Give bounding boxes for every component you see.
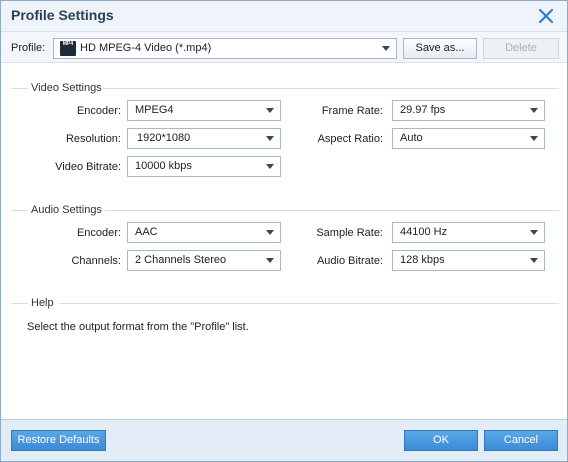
- video-bitrate-value: 10000 kbps: [135, 160, 192, 172]
- profile-bar: Profile: MP4 HD MPEG-4 Video (*.mp4) Sav…: [1, 31, 567, 63]
- sample-rate-label: Sample Rate:: [316, 227, 383, 239]
- resolution-label: Resolution:: [65, 133, 121, 145]
- chevron-down-icon: [382, 46, 390, 51]
- profile-select[interactable]: MP4 HD MPEG-4 Video (*.mp4): [53, 38, 397, 59]
- profile-label: Profile:: [11, 42, 46, 54]
- chevron-down-icon: [266, 108, 274, 113]
- save-as-button[interactable]: Save as...: [403, 38, 477, 59]
- section-divider: [103, 88, 559, 89]
- audio-encoder-select[interactable]: AAC: [127, 222, 281, 243]
- delete-button[interactable]: Delete: [483, 38, 559, 59]
- profile-settings-dialog: Profile Settings Profile: MP4 HD MPEG-4 …: [0, 0, 568, 462]
- video-encoder-select[interactable]: MPEG4: [127, 100, 281, 121]
- restore-defaults-button[interactable]: Restore Defaults: [11, 430, 106, 451]
- chevron-down-icon: [530, 108, 538, 113]
- chevron-down-icon: [266, 136, 274, 141]
- frame-rate-value: 29.97 fps: [400, 104, 446, 116]
- audio-settings-title: Audio Settings: [31, 204, 102, 216]
- video-bitrate-select[interactable]: 10000 kbps: [127, 156, 281, 177]
- close-icon[interactable]: [537, 7, 555, 25]
- video-bitrate-label: Video Bitrate:: [55, 161, 121, 173]
- section-divider: [11, 303, 28, 304]
- audio-bitrate-label: Audio Bitrate:: [316, 255, 383, 267]
- channels-select[interactable]: 2 Channels Stereo: [127, 250, 281, 271]
- resolution-select[interactable]: 1920*1080: [127, 128, 281, 149]
- audio-bitrate-select[interactable]: 128 kbps: [392, 250, 545, 271]
- chevron-down-icon: [530, 136, 538, 141]
- cancel-button[interactable]: Cancel: [484, 430, 558, 451]
- chevron-down-icon: [266, 230, 274, 235]
- resolution-value: 1920*1080: [137, 132, 191, 144]
- aspect-ratio-label: Aspect Ratio:: [317, 133, 383, 145]
- help-title: Help: [31, 297, 54, 309]
- audio-encoder-value: AAC: [135, 226, 158, 238]
- dialog-title: Profile Settings: [11, 7, 114, 23]
- profile-select-value: HD MPEG-4 Video (*.mp4): [80, 42, 212, 54]
- sample-rate-select[interactable]: 44100 Hz: [392, 222, 545, 243]
- chevron-down-icon: [266, 164, 274, 169]
- aspect-ratio-select[interactable]: Auto: [392, 128, 545, 149]
- help-text: Select the output format from the "Profi…: [27, 321, 249, 333]
- audio-bitrate-value: 128 kbps: [400, 254, 445, 266]
- mp4-format-icon: MP4: [60, 41, 76, 56]
- chevron-down-icon: [530, 258, 538, 263]
- channels-label: Channels:: [71, 255, 121, 267]
- section-divider: [105, 210, 559, 211]
- ok-button[interactable]: OK: [404, 430, 478, 451]
- video-encoder-label: Encoder:: [76, 105, 121, 117]
- frame-rate-label: Frame Rate:: [321, 105, 383, 117]
- video-encoder-value: MPEG4: [135, 104, 174, 116]
- chevron-down-icon: [266, 258, 274, 263]
- channels-value: 2 Channels Stereo: [135, 254, 227, 266]
- frame-rate-select[interactable]: 29.97 fps: [392, 100, 545, 121]
- settings-content: Video Settings Encoder: MPEG4 Resolution…: [1, 63, 567, 419]
- section-divider: [11, 88, 28, 89]
- section-divider: [11, 210, 28, 211]
- video-settings-title: Video Settings: [31, 82, 102, 94]
- sample-rate-value: 44100 Hz: [400, 226, 448, 238]
- aspect-ratio-value: Auto: [400, 132, 423, 144]
- section-divider: [59, 303, 559, 304]
- dialog-footer: Restore Defaults OK Cancel: [1, 419, 567, 461]
- audio-encoder-label: Encoder:: [76, 227, 121, 239]
- chevron-down-icon: [530, 230, 538, 235]
- title-bar: Profile Settings: [1, 1, 567, 31]
